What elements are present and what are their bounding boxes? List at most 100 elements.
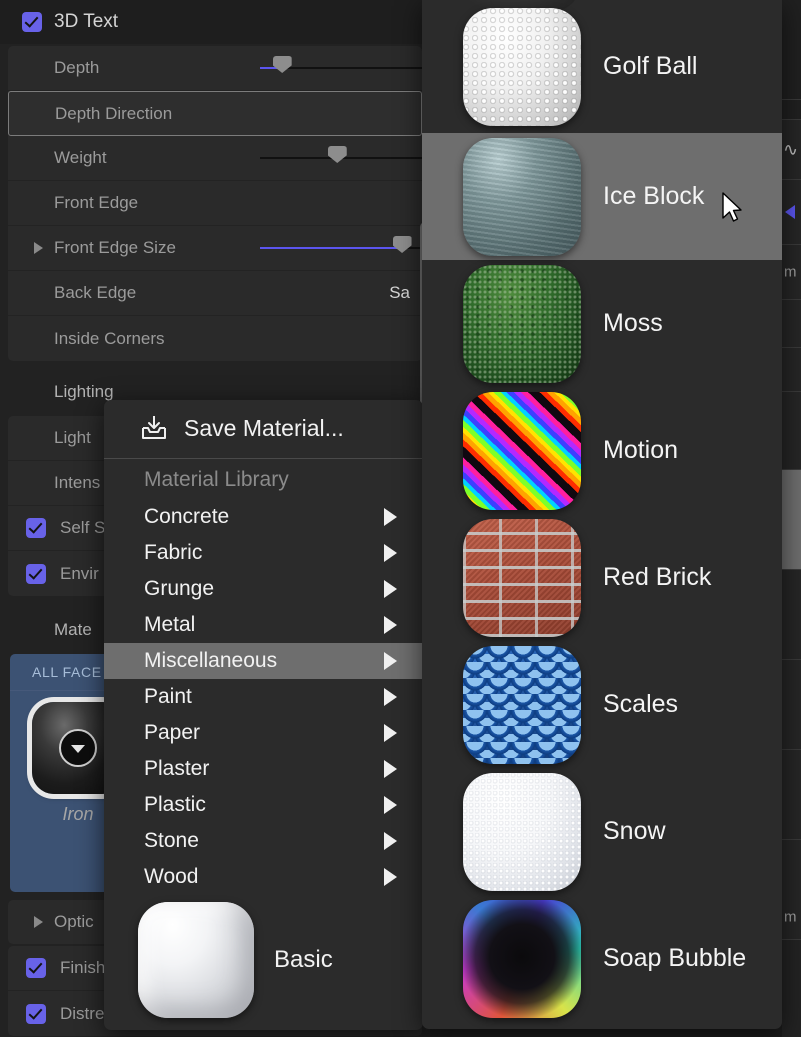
ice-block-thumbnail xyxy=(463,138,581,256)
row-depth-direction[interactable]: Depth Direction xyxy=(8,91,422,136)
menu-item-label: Metal xyxy=(144,613,195,637)
submenu-item-snow[interactable]: Snow xyxy=(422,768,782,895)
submenu-item-golf-ball[interactable]: Golf Ball xyxy=(422,0,782,133)
menu-item-plaster[interactable]: Plaster xyxy=(104,751,423,787)
submenu-item-moss[interactable]: Moss xyxy=(422,260,782,387)
menu-item-label: Stone xyxy=(144,829,199,853)
moss-thumbnail xyxy=(463,265,581,383)
depth-label: Depth xyxy=(54,58,99,78)
strip-row xyxy=(782,660,801,750)
menu-item-stone[interactable]: Stone xyxy=(104,823,423,859)
submenu-item-label: Red Brick xyxy=(603,563,711,592)
back-edge-label: Back Edge xyxy=(54,283,136,303)
strip-text: m xyxy=(784,264,797,281)
row-inside-corners[interactable]: Inside Corners xyxy=(8,316,422,361)
submenu-arrow-icon xyxy=(384,544,397,562)
submenu-item-label: Motion xyxy=(603,436,678,465)
menu-item-fabric[interactable]: Fabric xyxy=(104,535,423,571)
submenu-arrow-icon xyxy=(384,724,397,742)
depth-direction-label: Depth Direction xyxy=(55,104,172,124)
submenu-item-motion[interactable]: Motion xyxy=(422,387,782,514)
disclosure-triangle-icon[interactable] xyxy=(34,242,43,254)
red-brick-thumbnail xyxy=(463,519,581,637)
basic-label: Basic xyxy=(274,946,333,974)
strip-row-audio[interactable] xyxy=(782,180,801,245)
back-edge-value: Sa xyxy=(389,283,410,303)
menu-item-label: Wood xyxy=(144,865,198,889)
environment-checkbox[interactable] xyxy=(26,564,46,584)
menu-item-paper[interactable]: Paper xyxy=(104,715,423,751)
menu-separator xyxy=(104,458,423,459)
finish-checkbox[interactable] xyxy=(26,958,46,978)
options-label: Optic xyxy=(54,912,94,932)
material-swatch-dropdown-icon[interactable] xyxy=(59,729,97,767)
menu-item-label: Plaster xyxy=(144,757,209,781)
weight-slider[interactable] xyxy=(260,157,422,159)
front-edge-size-label: Front Edge Size xyxy=(54,238,176,258)
snow-thumbnail xyxy=(463,773,581,891)
distress-checkbox[interactable] xyxy=(26,1004,46,1024)
scales-thumbnail xyxy=(463,646,581,764)
basic-material-thumbnail xyxy=(138,902,254,1018)
options-disclosure-icon[interactable] xyxy=(34,916,43,928)
save-material-menu-item[interactable]: Save Material... xyxy=(104,400,423,456)
light-label: Light xyxy=(54,428,91,448)
submenu-item-label: Ice Block xyxy=(603,182,704,211)
menu-item-miscellaneous[interactable]: Miscellaneous xyxy=(104,643,423,679)
lighting-section-label: Lighting xyxy=(54,382,114,402)
menu-item-basic[interactable]: Basic xyxy=(104,900,423,1020)
row-back-edge[interactable]: Back Edge Sa xyxy=(8,271,422,316)
submenu-arrow-icon xyxy=(384,652,397,670)
row-depth[interactable]: Depth xyxy=(8,46,422,91)
menu-item-wood[interactable]: Wood xyxy=(104,859,423,895)
strip-row-curve[interactable]: ∿ xyxy=(782,120,801,180)
submenu-item-label: Moss xyxy=(603,309,663,338)
menu-item-grunge[interactable]: Grunge xyxy=(104,571,423,607)
distress-label: Distre xyxy=(60,1004,104,1024)
submenu-item-ice-block[interactable]: Ice Block xyxy=(422,133,782,260)
miscellaneous-submenu[interactable]: Golf Ball Ice Block Moss Motion Red Bric… xyxy=(422,0,782,1029)
strip-row xyxy=(782,750,801,840)
self-shadows-label: Self S xyxy=(60,518,105,538)
submenu-item-soap-bubble[interactable]: Soap Bubble xyxy=(422,895,782,1022)
material-context-menu[interactable]: Save Material... Material Library Concre… xyxy=(104,400,423,1030)
row-front-edge-size[interactable]: Front Edge Size xyxy=(8,226,422,271)
menu-item-plastic[interactable]: Plastic xyxy=(104,787,423,823)
strip-row xyxy=(782,392,801,470)
submenu-arrow-icon xyxy=(384,580,397,598)
submenu-arrow-icon xyxy=(384,796,397,814)
3d-text-label: 3D Text xyxy=(54,11,118,33)
menu-item-paint[interactable]: Paint xyxy=(104,679,423,715)
speaker-icon[interactable] xyxy=(785,205,795,219)
submenu-item-label: Scales xyxy=(603,690,678,719)
strip-row xyxy=(782,300,801,348)
intensity-label: Intens xyxy=(54,473,100,493)
strip-row-text: m xyxy=(782,245,801,300)
row-weight[interactable]: Weight xyxy=(8,136,422,181)
submenu-item-label: Snow xyxy=(603,817,666,846)
strip-row-selected[interactable] xyxy=(782,470,801,570)
strip-row xyxy=(782,0,801,100)
submenu-arrow-icon xyxy=(384,616,397,634)
strip-row xyxy=(782,570,801,660)
front-edge-label: Front Edge xyxy=(54,193,138,213)
row-front-edge[interactable]: Front Edge xyxy=(8,181,422,226)
menu-item-label: Paper xyxy=(144,721,200,745)
right-background-strip: ∿ m m xyxy=(782,0,801,1037)
submenu-item-red-brick[interactable]: Red Brick xyxy=(422,514,782,641)
strip-row-text: m xyxy=(782,840,801,940)
menu-item-concrete[interactable]: Concrete xyxy=(104,499,423,535)
menu-item-metal[interactable]: Metal xyxy=(104,607,423,643)
finish-label: Finish xyxy=(60,958,105,978)
depth-slider[interactable] xyxy=(260,67,422,69)
3d-text-properties-group: Depth Depth Direction Weight Front Edge … xyxy=(8,46,422,361)
submenu-arrow-icon xyxy=(384,688,397,706)
3d-text-checkbox[interactable] xyxy=(22,12,42,32)
self-shadows-checkbox[interactable] xyxy=(26,518,46,538)
motion-thumbnail xyxy=(463,392,581,510)
front-edge-size-slider[interactable] xyxy=(260,247,422,249)
submenu-item-label: Soap Bubble xyxy=(603,944,746,973)
environment-label: Envir xyxy=(60,564,99,584)
submenu-item-scales[interactable]: Scales xyxy=(422,641,782,768)
material-library-header: Material Library xyxy=(104,461,423,499)
